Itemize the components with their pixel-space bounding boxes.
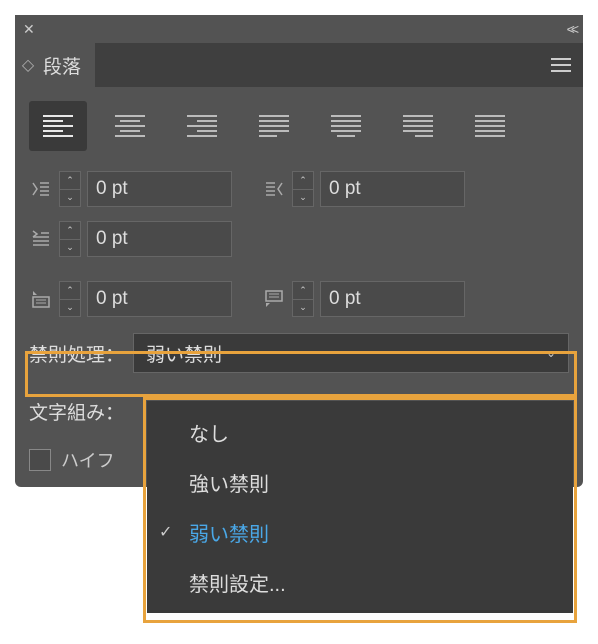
mojikumi-label: 文字組み： [29,398,133,425]
kinsoku-dropdown-menu: なし 強い禁則 ✓弱い禁則 禁則設定... [147,401,573,613]
space-after-icon [262,289,286,309]
indent-left-control: ⌃⌄ 0 pt [29,171,232,207]
align-right-button[interactable] [173,101,231,151]
space-before-icon [29,289,53,309]
kinsoku-option-weak[interactable]: ✓弱い禁則 [147,507,573,557]
first-line-indent-input[interactable]: 0 pt [87,221,232,257]
space-after-stepper[interactable]: ⌃⌄ [292,281,314,317]
tab-bar: ◇ 段落 [15,43,583,87]
alignment-row [29,101,569,151]
kinsoku-row: 禁則処理： 弱い禁則 ⌄ [29,331,569,375]
indent-right-control: ⌃⌄ 0 pt [262,171,465,207]
tab-spacer [95,43,539,87]
hyphenation-checkbox[interactable] [29,449,51,471]
indent-left-input[interactable]: 0 pt [87,171,232,207]
indent-right-stepper[interactable]: ⌃⌄ [292,171,314,207]
space-before-input[interactable]: 0 pt [87,281,232,317]
kinsoku-value: 弱い禁則 [146,340,546,367]
panel-title[interactable]: 段落 [41,52,95,79]
kinsoku-option-strong[interactable]: 強い禁則 [147,457,573,507]
chevron-down-icon: ⌄ [546,346,556,360]
space-before-stepper[interactable]: ⌃⌄ [59,281,81,317]
indent-right-icon [262,179,286,199]
space-after-control: ⌃⌄ 0 pt [262,281,465,317]
kinsoku-label: 禁則処理： [29,340,133,367]
indent-left-icon [29,179,53,199]
justify-right-button[interactable] [389,101,447,151]
kinsoku-dropdown[interactable]: 弱い禁則 ⌄ [133,333,569,373]
first-line-indent-control: ⌃⌄ 0 pt [29,221,232,257]
space-before-control: ⌃⌄ 0 pt [29,281,232,317]
paragraph-panel: ✕ << ◇ 段落 [15,15,583,487]
panel-titlebar: ✕ << [15,15,583,43]
panel-menu-button[interactable] [539,43,583,87]
indent-right-input[interactable]: 0 pt [320,171,465,207]
first-line-indent-icon [29,229,53,249]
kinsoku-option-none[interactable]: なし [147,407,573,457]
check-icon: ✓ [159,522,189,542]
align-left-button[interactable] [29,101,87,151]
align-center-button[interactable] [101,101,159,151]
collapse-icon[interactable]: << [567,21,575,37]
justify-left-button[interactable] [245,101,303,151]
indent-left-stepper[interactable]: ⌃⌄ [59,171,81,207]
justify-all-button[interactable] [461,101,519,151]
grip-icon[interactable]: ◇ [15,55,41,75]
close-icon[interactable]: ✕ [23,21,35,38]
hyphenation-label: ハイフ [61,447,115,473]
justify-center-button[interactable] [317,101,375,151]
space-after-input[interactable]: 0 pt [320,281,465,317]
kinsoku-option-settings[interactable]: 禁則設定... [147,557,573,607]
first-line-indent-stepper[interactable]: ⌃⌄ [59,221,81,257]
